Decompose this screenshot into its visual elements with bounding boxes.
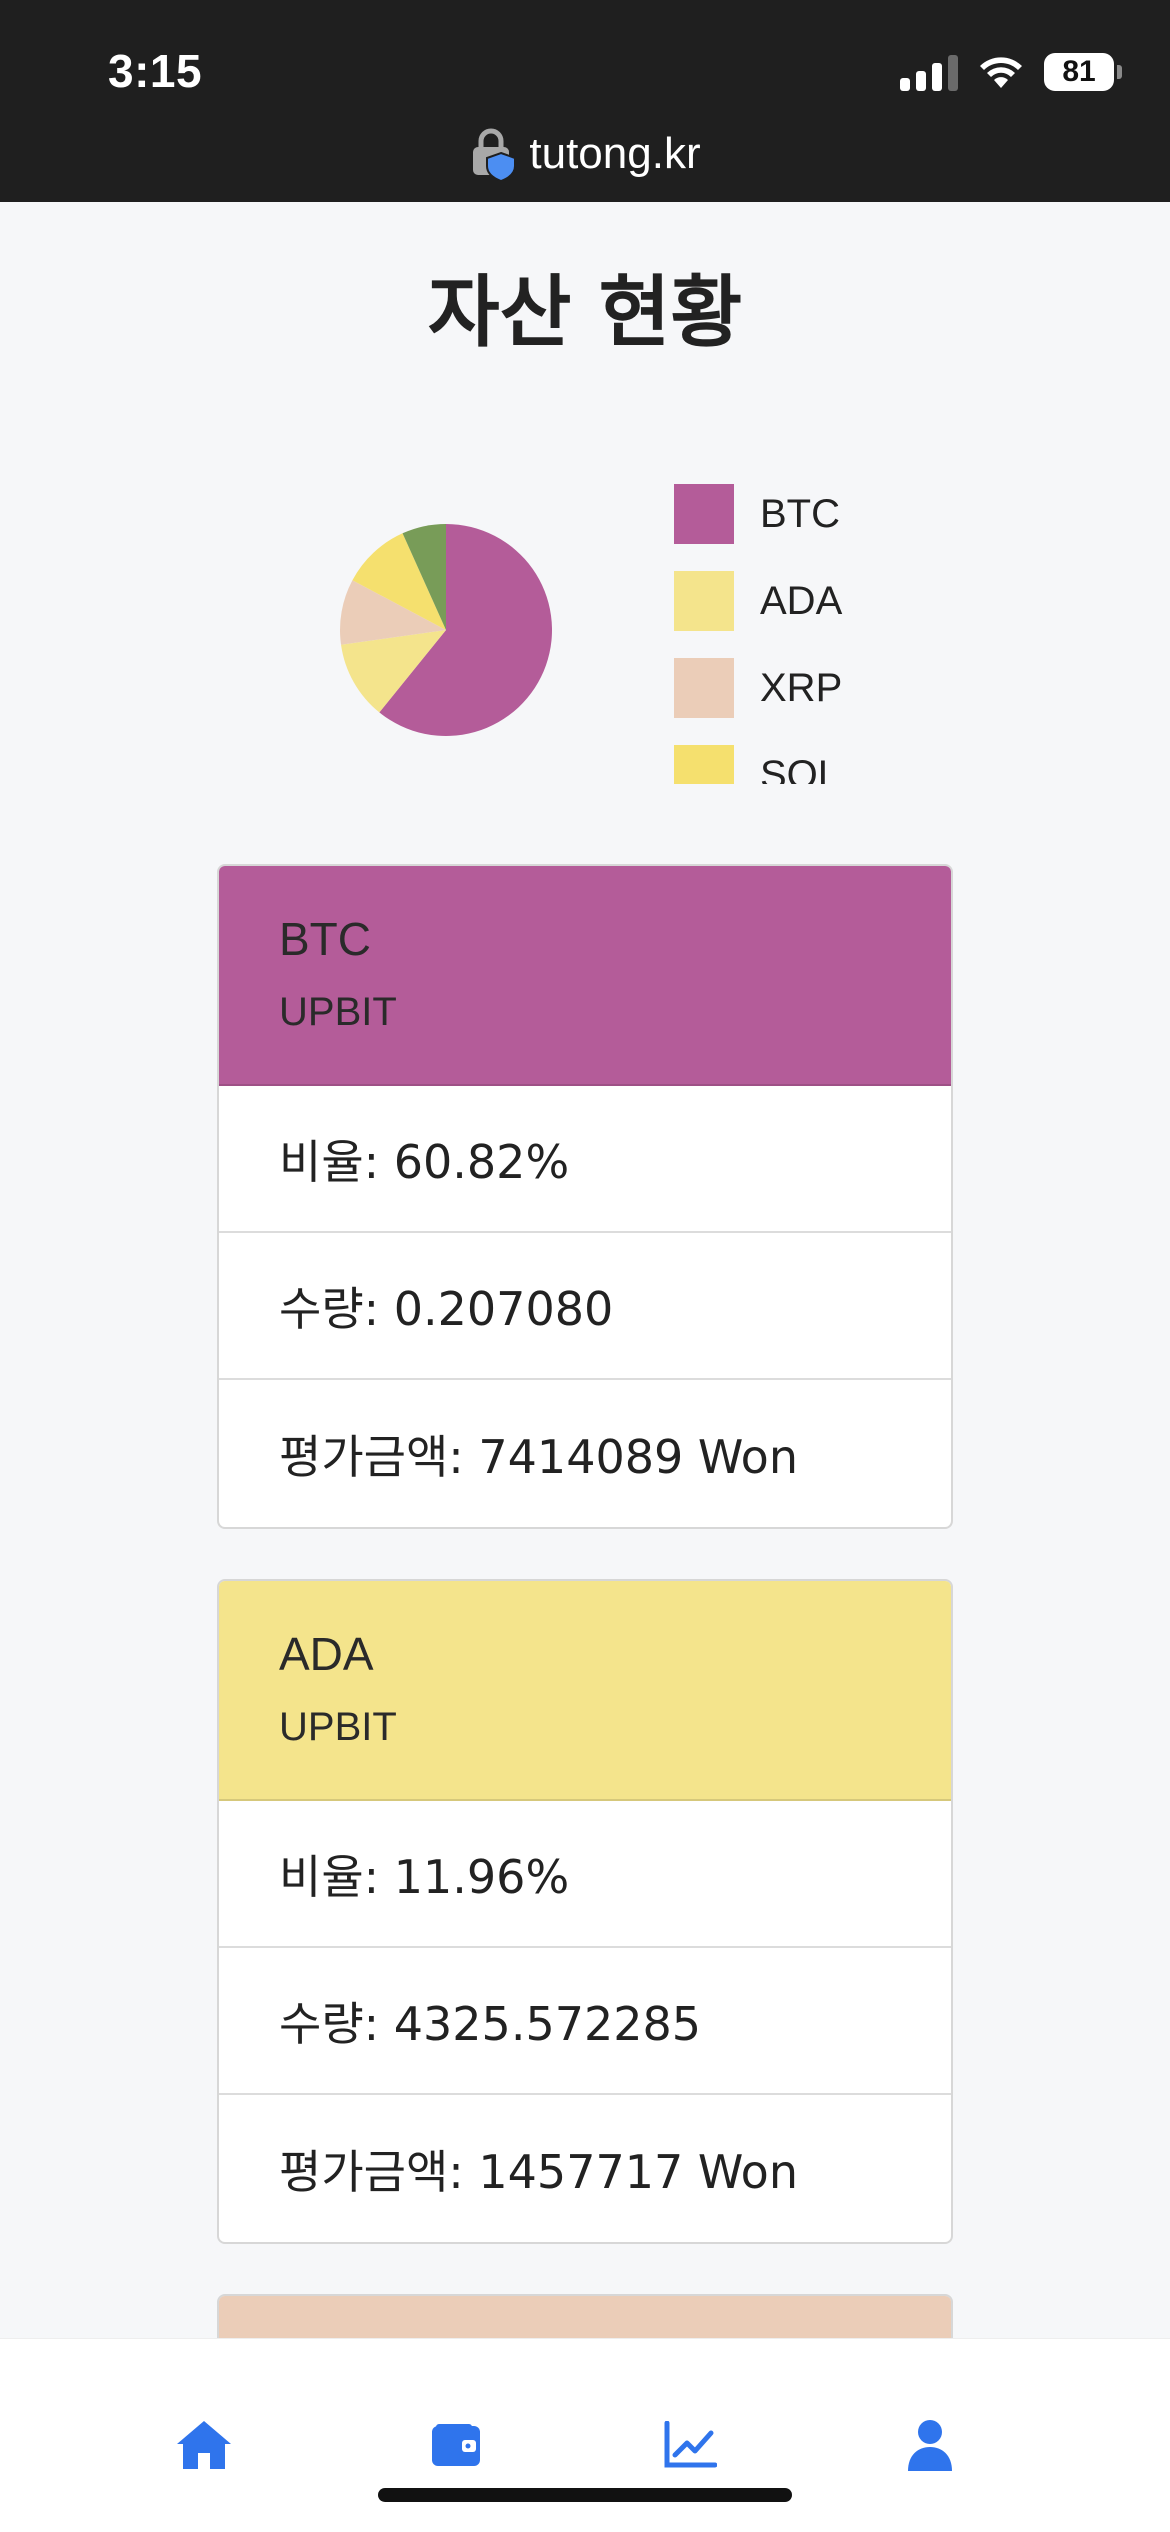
legend-item-xrp[interactable]: XRP — [674, 658, 894, 718]
asset-value: 평가금액: 7414089 Won — [279, 1429, 798, 1484]
asset-ratio: 비율: 11.96% — [219, 1801, 951, 1948]
url-text: tutong.kr — [529, 129, 701, 178]
nav-wallet-button[interactable] — [426, 2415, 486, 2475]
legend-label: XRP — [760, 665, 843, 710]
legend-item-ada[interactable]: ADA — [674, 571, 894, 631]
signal-icon — [900, 53, 958, 91]
asset-symbol: ADA — [279, 1628, 374, 1680]
asset-card-list: BTC UPBIT 비율: 60.82% 수량: 0.207080 평가금액: … — [217, 864, 953, 2532]
asset-value: 평가금액: 1457717 Won — [279, 2144, 798, 2199]
nav-profile-button[interactable] — [900, 2415, 960, 2475]
legend-label: SOL — [760, 752, 841, 785]
chart-line-icon — [664, 2421, 717, 2468]
battery-icon: 81 — [1044, 53, 1122, 91]
home-icon — [177, 2421, 231, 2469]
legend-item-btc[interactable]: BTC — [674, 484, 894, 544]
user-icon — [908, 2420, 952, 2471]
nav-chart-button[interactable] — [660, 2415, 720, 2475]
legend-label: BTC — [760, 491, 840, 536]
legend-item-sol[interactable]: SOL — [674, 745, 894, 784]
home-indicator[interactable] — [378, 2488, 792, 2502]
asset-card[interactable]: ADA UPBIT 비율: 11.96% 수량: 4325.572285 평가금… — [217, 1579, 953, 2244]
url-bar[interactable]: tutong.kr — [0, 124, 1170, 184]
asset-ratio: 비율: 60.82% — [219, 1086, 951, 1233]
asset-exchange: UPBIT — [279, 1705, 397, 1749]
asset-symbol: BTC — [279, 913, 371, 965]
legend-label: ADA — [760, 578, 843, 623]
legend-swatch-sol — [674, 745, 734, 784]
asset-quantity: 수량: 4325.572285 — [219, 1948, 951, 2095]
chart-legend: BTC ADA XRP SOL — [674, 484, 894, 784]
asset-card[interactable]: BTC UPBIT 비율: 60.82% 수량: 0.207080 평가금액: … — [217, 864, 953, 1529]
browser-top-bar: 3:15 81 tutong.kr — [0, 0, 1170, 202]
legend-swatch-btc — [674, 484, 734, 544]
asset-exchange: UPBIT — [279, 990, 397, 1034]
legend-swatch-ada — [674, 571, 734, 631]
wifi-icon — [980, 57, 1022, 88]
asset-quantity: 수량: 0.207080 — [219, 1233, 951, 1380]
status-time: 3:15 — [108, 45, 203, 97]
nav-home-button[interactable] — [174, 2415, 234, 2475]
bottom-nav — [0, 2338, 1170, 2532]
status-icons: 81 — [900, 50, 1122, 94]
pie-chart-svg — [340, 524, 552, 736]
asset-pie-chart — [336, 520, 556, 740]
lock-shield-icon — [473, 128, 517, 181]
page-title: 자산 현황 — [427, 268, 743, 358]
legend-swatch-xrp — [674, 658, 734, 718]
wallet-icon — [432, 2424, 480, 2466]
asset-card-header: BTC UPBIT — [219, 866, 951, 1086]
asset-card-header: ADA UPBIT — [219, 1581, 951, 1801]
